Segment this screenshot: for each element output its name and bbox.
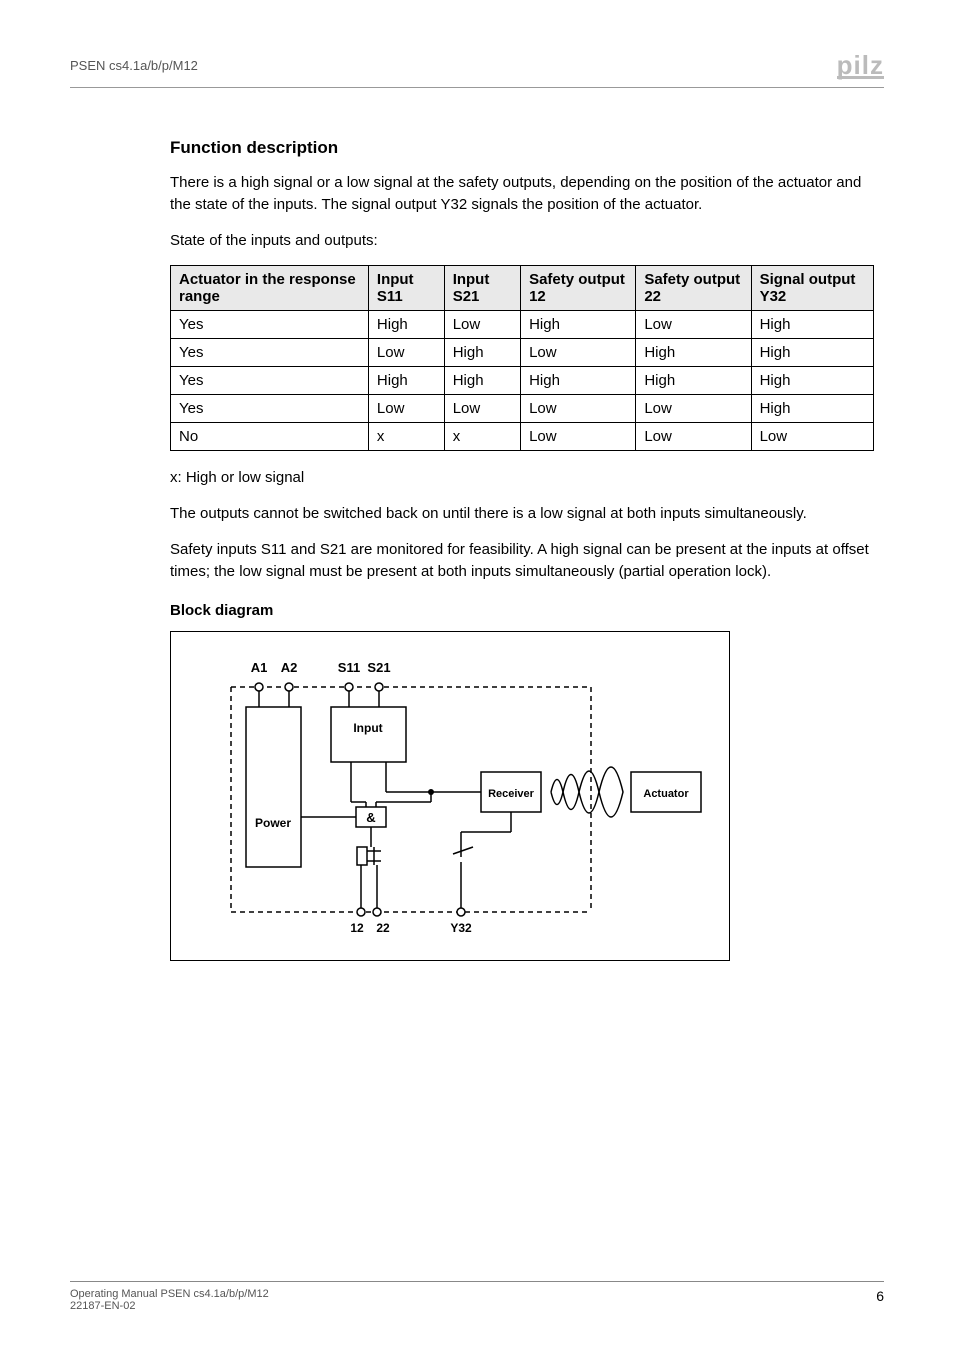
state-lead: State of the inputs and outputs: bbox=[170, 230, 874, 252]
label-input: Input bbox=[353, 721, 382, 735]
label-receiver: Receiver bbox=[488, 788, 535, 800]
block-diagram-svg: A1 A2 S11 S21 Power bbox=[171, 632, 731, 962]
table-row: Yes High Low High Low High bbox=[171, 311, 874, 339]
footer-line1: Operating Manual PSEN cs4.1a/b/p/M12 bbox=[70, 1288, 269, 1300]
col-actuator: Actuator in the response range bbox=[171, 266, 369, 311]
label-amp: & bbox=[366, 810, 375, 825]
label-actuator: Actuator bbox=[643, 788, 689, 800]
label-a2: A2 bbox=[281, 660, 298, 675]
col-s21: Input S21 bbox=[444, 266, 520, 311]
table-row: Yes High High High High High bbox=[171, 367, 874, 395]
page-header: PSEN cs4.1a/b/p/M12 pilz bbox=[70, 50, 884, 88]
col-out22: Safety output 22 bbox=[636, 266, 751, 311]
table-row: Yes Low High Low High High bbox=[171, 339, 874, 367]
intro-paragraph: There is a high signal or a low signal a… bbox=[170, 172, 874, 216]
label-12: 12 bbox=[350, 921, 364, 935]
footer-line2: 22187-EN-02 bbox=[70, 1300, 269, 1312]
label-a1: A1 bbox=[251, 660, 268, 675]
io-state-table: Actuator in the response range Input S11… bbox=[170, 265, 874, 451]
footer-left: Operating Manual PSEN cs4.1a/b/p/M12 221… bbox=[70, 1288, 269, 1312]
col-y32: Signal output Y32 bbox=[751, 266, 873, 311]
col-s11: Input S11 bbox=[368, 266, 444, 311]
page-number: 6 bbox=[876, 1288, 884, 1304]
label-y32: Y32 bbox=[450, 921, 472, 935]
label-s11: S11 bbox=[338, 660, 360, 675]
label-s21: S21 bbox=[367, 660, 390, 675]
col-out12: Safety output 12 bbox=[521, 266, 636, 311]
table-row: Yes Low Low Low Low High bbox=[171, 395, 874, 423]
section-title: Function description bbox=[170, 138, 874, 158]
note-p1: The outputs cannot be switched back on u… bbox=[170, 503, 874, 525]
label-22: 22 bbox=[376, 921, 390, 935]
label-power: Power bbox=[255, 816, 291, 830]
doc-id: PSEN cs4.1a/b/p/M12 bbox=[70, 58, 198, 73]
block-diagram-heading: Block diagram bbox=[170, 602, 874, 619]
table-row: No x x Low Low Low bbox=[171, 423, 874, 451]
page-footer: Operating Manual PSEN cs4.1a/b/p/M12 221… bbox=[70, 1281, 884, 1312]
table-header-row: Actuator in the response range Input S11… bbox=[171, 266, 874, 311]
note-p2: Safety inputs S11 and S21 are monitored … bbox=[170, 539, 874, 583]
content-body: Function description There is a high sig… bbox=[170, 138, 874, 961]
x-note: x: High or low signal bbox=[170, 467, 874, 489]
block-diagram: A1 A2 S11 S21 Power bbox=[170, 631, 730, 961]
logo: pilz bbox=[837, 50, 884, 81]
